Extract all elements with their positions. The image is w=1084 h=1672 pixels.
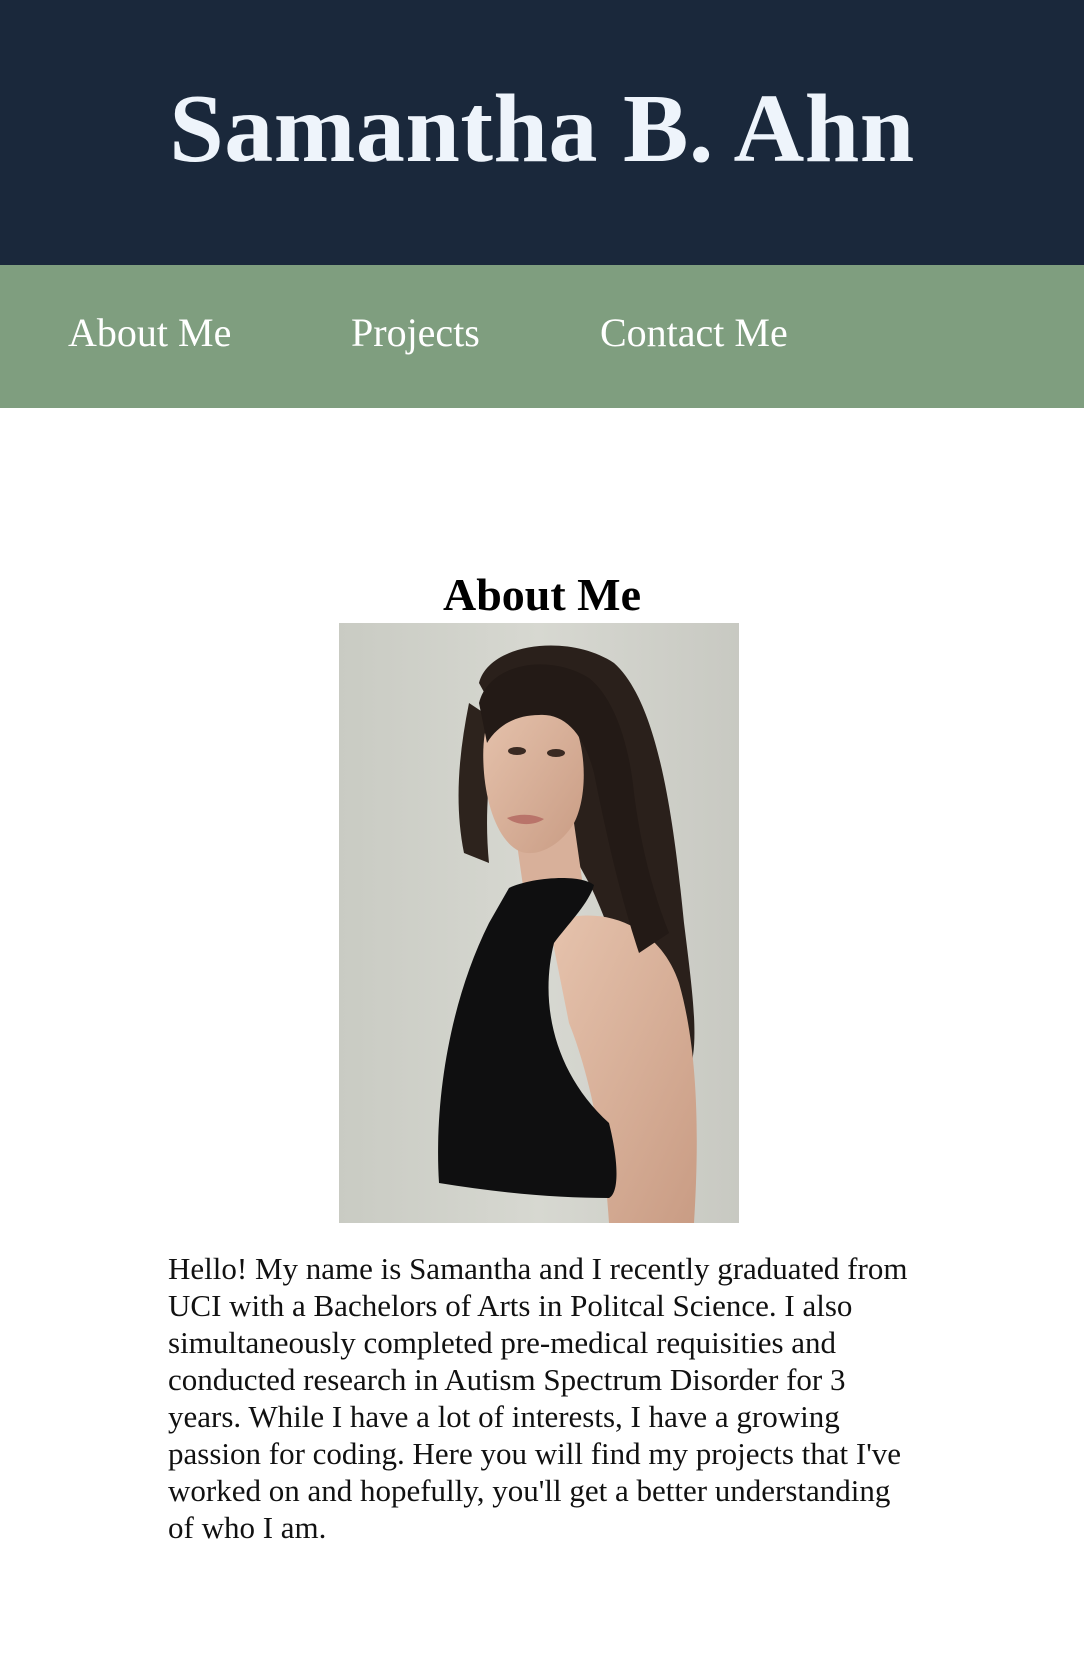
profile-photo <box>339 623 739 1223</box>
nav-link-contact-me[interactable]: Contact Me <box>600 313 788 353</box>
about-heading: About Me <box>442 569 642 620</box>
main-nav: About Me Projects Contact Me <box>0 265 1084 408</box>
about-bio: Hello! My name is Samantha and I recentl… <box>168 1251 908 1545</box>
site-title: Samantha B. Ahn <box>169 74 915 183</box>
nav-link-about-me[interactable]: About Me <box>68 313 231 353</box>
nav-link-projects[interactable]: Projects <box>351 313 480 353</box>
site-header: Samantha B. Ahn <box>0 0 1084 265</box>
